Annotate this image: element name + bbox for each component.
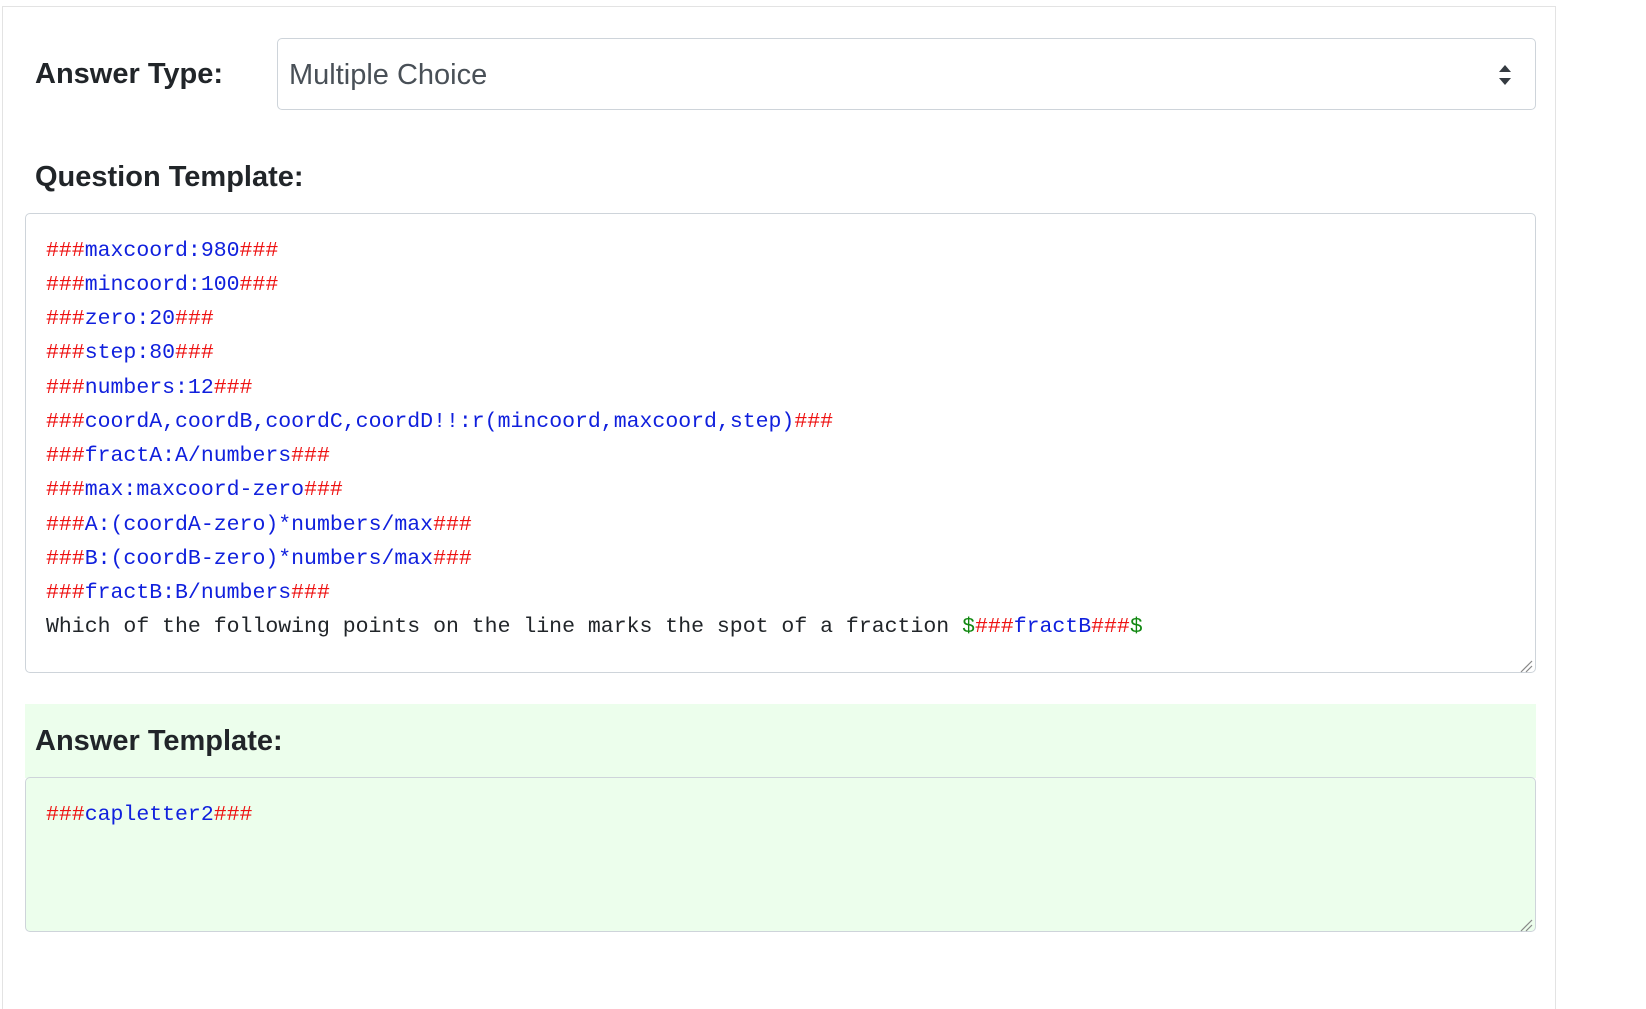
marker-token: ### xyxy=(46,547,85,571)
marker-token: ### xyxy=(213,803,253,827)
marker-token: ### xyxy=(46,273,85,297)
variable-token: mincoord:100 xyxy=(84,273,240,297)
marker-token: ### xyxy=(794,410,834,434)
marker-token: ### xyxy=(433,513,472,537)
variable-token: B:(coordB-zero)*numbers/max xyxy=(84,547,434,571)
marker-token: ### xyxy=(46,513,85,537)
marker-token: ### xyxy=(239,273,279,297)
sort-arrows-icon xyxy=(1497,61,1513,89)
marker-token: ### xyxy=(46,581,85,605)
marker-token: ### xyxy=(46,341,85,365)
code-line: ###max:maxcoord-zero### xyxy=(46,473,343,507)
code-line: ###capletter2### xyxy=(46,798,252,832)
marker-token: ### xyxy=(291,444,330,468)
code-line: ###numbers:12### xyxy=(46,371,252,405)
resize-grip-icon[interactable] xyxy=(1519,915,1533,932)
answer-template-label: Answer Template: xyxy=(35,725,283,757)
marker-token: ### xyxy=(291,581,330,605)
code-line: ###A:(coordA-zero)*numbers/max### xyxy=(46,508,472,542)
marker-token: ### xyxy=(175,341,214,365)
answer-type-select[interactable]: Multiple Choice xyxy=(277,38,1536,110)
marker-token: ### xyxy=(213,376,253,400)
code-line: ###mincoord:100### xyxy=(46,268,278,302)
math-delimiter-token: $ xyxy=(1129,615,1143,639)
code-line: ###fractA:A/numbers### xyxy=(46,439,330,473)
question-text: Which of the following points on the lin… xyxy=(46,615,963,639)
marker-token: ### xyxy=(433,547,472,571)
question-text-line: Which of the following points on the lin… xyxy=(46,610,1143,644)
marker-token: ### xyxy=(974,615,1014,639)
question-template-editor[interactable]: ###maxcoord:980### ###mincoord:100### ##… xyxy=(25,213,1536,673)
marker-token: ### xyxy=(46,478,85,502)
code-line: ###maxcoord:980### xyxy=(46,234,278,268)
answer-type-selected-value: Multiple Choice xyxy=(289,59,488,91)
variable-token: zero:20 xyxy=(84,307,176,331)
marker-token: ### xyxy=(46,239,85,263)
marker-token: ### xyxy=(239,239,279,263)
marker-token: ### xyxy=(46,410,85,434)
marker-token: ### xyxy=(46,444,85,468)
code-line: ###step:80### xyxy=(46,336,214,370)
marker-token: ### xyxy=(46,376,85,400)
variable-token: step:80 xyxy=(84,341,176,365)
variable-token: max:maxcoord-zero xyxy=(84,478,305,502)
marker-token: ### xyxy=(175,307,214,331)
marker-token: ### xyxy=(46,803,85,827)
code-line: ###coordA,coordB,coordC,coordD!!:r(minco… xyxy=(46,405,833,439)
math-delimiter-token: $ xyxy=(962,615,975,639)
variable-token: fractA:A/numbers xyxy=(84,444,292,468)
variable-token: maxcoord:980 xyxy=(84,239,240,263)
variable-token: A:(coordA-zero)*numbers/max xyxy=(84,513,434,537)
code-line: ###zero:20### xyxy=(46,302,214,336)
variable-token: numbers:12 xyxy=(84,376,214,400)
variable-token: capletter2 xyxy=(84,803,214,827)
marker-token: ### xyxy=(304,478,343,502)
answer-template-editor[interactable]: ###capletter2### xyxy=(25,777,1536,932)
code-line: ###fractB:B/numbers### xyxy=(46,576,330,610)
question-template-label: Question Template: xyxy=(35,161,304,193)
variable-token: fractB xyxy=(1013,615,1092,639)
resize-grip-icon[interactable] xyxy=(1519,656,1533,673)
marker-token: ### xyxy=(1091,615,1130,639)
variable-token: coordA,coordB,coordC,coordD!!:r(mincoord… xyxy=(84,410,795,434)
code-line: ###B:(coordB-zero)*numbers/max### xyxy=(46,542,472,576)
variable-token: fractB:B/numbers xyxy=(84,581,292,605)
marker-token: ### xyxy=(46,307,85,331)
answer-type-label: Answer Type: xyxy=(35,58,224,90)
